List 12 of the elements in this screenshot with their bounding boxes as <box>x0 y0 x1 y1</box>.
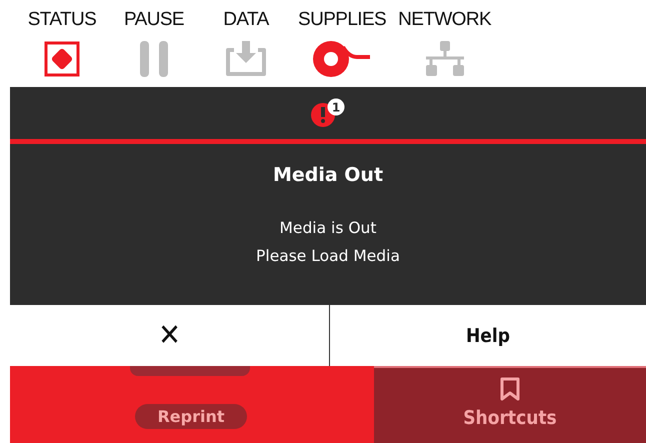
bookmark-icon <box>500 377 520 401</box>
status-tab-label: DATA <box>223 9 269 31</box>
status-tab-label: NETWORK <box>398 9 492 31</box>
alert-title: Media Out <box>272 164 384 186</box>
pill-button[interactable] <box>130 366 250 376</box>
status-tab-label: PAUSE <box>124 9 184 31</box>
status-tab-label: SUPPLIES <box>298 9 386 31</box>
alert-message: Media is Out Please Load Media <box>256 218 400 267</box>
shortcuts-button[interactable]: Shortcuts <box>374 366 646 443</box>
reprint-button[interactable]: Reprint <box>135 404 247 429</box>
status-tab-label: STATUS <box>28 9 96 31</box>
alert-count: 1 <box>332 100 340 114</box>
